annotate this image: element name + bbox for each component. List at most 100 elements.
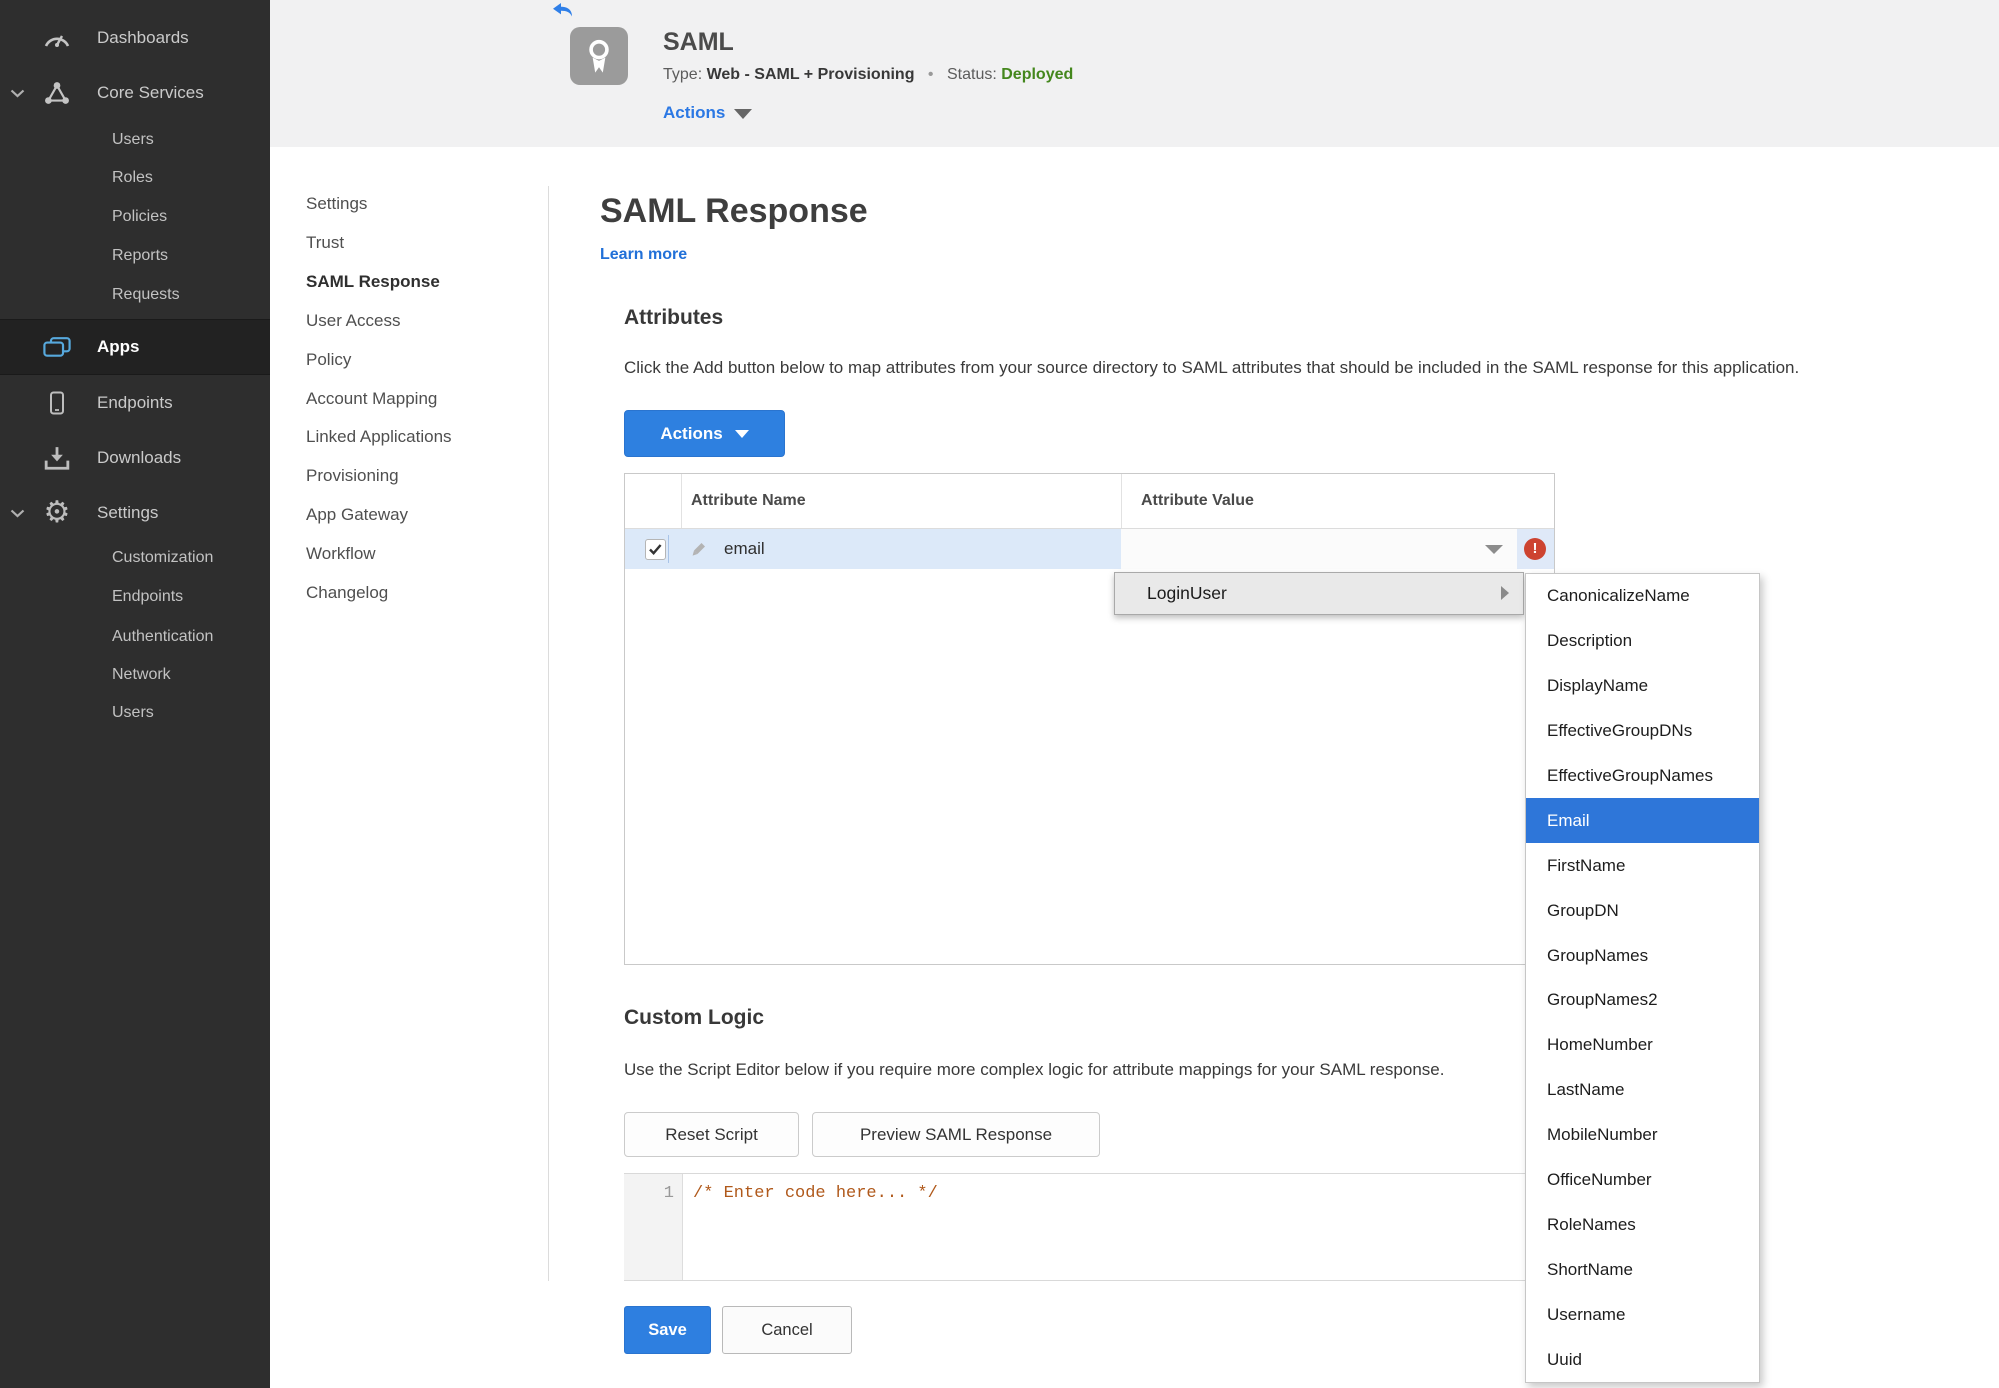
sidebar-item-requests[interactable]: Requests — [0, 281, 270, 309]
submenu-arrow-icon — [1501, 586, 1509, 600]
subnav-item-workflow[interactable]: Workflow — [306, 539, 376, 569]
subnav-item-app-gateway[interactable]: App Gateway — [306, 500, 408, 530]
attribute-submenu: CanonicalizeName Description DisplayName Ef… — [1525, 573, 1760, 1383]
reset-script-button[interactable]: Reset Script — [624, 1112, 799, 1157]
attributes-heading: Attributes — [624, 306, 724, 329]
submenu-item-lastname[interactable]: LastName — [1526, 1068, 1759, 1113]
submenu-item-email[interactable]: Email — [1526, 798, 1759, 844]
cancel-button[interactable]: Cancel — [722, 1306, 852, 1354]
app-logo-ribbon-icon — [570, 27, 628, 85]
sidebar-item-endpoints[interactable]: Endpoints — [0, 583, 270, 611]
sidebar-item-policies[interactable]: Policies — [0, 203, 270, 231]
submenu-item-uuid[interactable]: Uuid — [1526, 1337, 1759, 1382]
custom-logic-description: Use the Script Editor below if you requi… — [624, 1060, 1445, 1079]
gear-icon: ⚙ — [43, 496, 71, 529]
header-actions-menu[interactable]: Actions — [663, 103, 753, 123]
script-editor[interactable]: 1 /* Enter code here... */ — [624, 1173, 1553, 1281]
sidebar-item-label: Core Services — [97, 83, 204, 102]
submenu-item-shortname[interactable]: ShortName — [1526, 1247, 1759, 1292]
sidebar-item-downloads[interactable]: Downloads — [0, 441, 270, 475]
submenu-item-homenumber[interactable]: HomeNumber — [1526, 1023, 1759, 1068]
sidebar-item-network[interactable]: Network — [0, 661, 270, 689]
preview-saml-response-button[interactable]: Preview SAML Response — [812, 1112, 1100, 1157]
menu-item-label: LoginUser — [1147, 583, 1227, 603]
sidebar-item-apps[interactable]: Apps — [0, 319, 270, 375]
download-icon — [40, 442, 74, 474]
sidebar-item-users[interactable]: Users — [0, 699, 270, 727]
subnav-item-trust[interactable]: Trust — [306, 228, 344, 258]
table-row[interactable]: email ! — [625, 529, 1554, 569]
status-badge: Deployed — [1001, 66, 1074, 83]
subnav-item-account-mapping[interactable]: Account Mapping — [306, 384, 437, 414]
row-checkbox[interactable] — [645, 539, 666, 560]
sidebar-item-dashboards[interactable]: Dashboards — [0, 21, 270, 55]
sidebar-item-settings[interactable]: ⚙ Settings — [0, 496, 270, 530]
sidebar-item-customization[interactable]: Customization — [0, 544, 270, 572]
sidebar-item-label: Requests — [112, 286, 180, 303]
sidebar-item-label: Downloads — [97, 448, 182, 467]
back-arrow-icon[interactable] — [553, 3, 573, 18]
chevron-down-icon[interactable] — [10, 88, 26, 98]
row-error-cell: ! — [1517, 529, 1553, 569]
section-title: SAML Response — [600, 192, 868, 230]
subnav-item-user-access[interactable]: User Access — [306, 306, 400, 336]
sidebar-item-label: Customization — [112, 549, 214, 566]
submenu-item-officenumber[interactable]: OfficeNumber — [1526, 1158, 1759, 1203]
submenu-item-displayname[interactable]: DisplayName — [1526, 664, 1759, 709]
chevron-down-icon — [734, 109, 753, 119]
submenu-item-groupnames[interactable]: GroupNames — [1526, 933, 1759, 978]
submenu-item-rolenames[interactable]: RoleNames — [1526, 1202, 1759, 1247]
column-header-attribute-name: Attribute Name — [691, 492, 806, 509]
submenu-item-groupnames2[interactable]: GroupNames2 — [1526, 978, 1759, 1023]
subnav-item-policy[interactable]: Policy — [306, 345, 351, 375]
editor-gutter: 1 — [624, 1174, 683, 1280]
sidebar-item-label: Roles — [112, 169, 153, 186]
subnav-item-linked-applications[interactable]: Linked Applications — [306, 422, 452, 452]
subnav-item-saml-response[interactable]: SAML Response — [306, 267, 440, 297]
value-menu-loginuser[interactable]: LoginUser — [1114, 572, 1524, 615]
save-button[interactable]: Save — [624, 1306, 711, 1354]
submenu-item-groupdn[interactable]: GroupDN — [1526, 888, 1759, 933]
subnav-item-provisioning[interactable]: Provisioning — [306, 461, 399, 491]
header-actions-label: Actions — [663, 103, 726, 122]
sidebar-item-core-services[interactable]: Core Services — [0, 76, 270, 110]
submenu-item-effectivegroupnames[interactable]: EffectiveGroupNames — [1526, 754, 1759, 799]
gauge-icon — [40, 22, 74, 54]
chevron-down-icon — [1485, 545, 1503, 554]
submenu-item-username[interactable]: Username — [1526, 1292, 1759, 1337]
submenu-item-description[interactable]: Description — [1526, 619, 1759, 664]
core-icon — [40, 77, 74, 109]
submenu-item-effectivegroupdns[interactable]: EffectiveGroupDNs — [1526, 709, 1759, 754]
app-header: SAML Type: Web - SAML + Provisioning • S… — [270, 0, 1999, 147]
submenu-item-canonicalizename[interactable]: CanonicalizeName — [1526, 574, 1759, 619]
sidebar-item-label: Policies — [112, 208, 168, 225]
attribute-value-dropdown[interactable] — [1121, 529, 1517, 569]
sidebar-item-label: Network — [112, 666, 171, 683]
sidebar-item-label: Dashboards — [97, 28, 189, 47]
sidebar-item-authentication[interactable]: Authentication — [0, 623, 270, 651]
sidebar-item-reports[interactable]: Reports — [0, 242, 270, 270]
editor-code-line[interactable]: /* Enter code here... */ — [693, 1184, 938, 1203]
primary-sidebar: Dashboards Core Services Users Roles Policie… — [0, 0, 270, 1388]
attribute-name-cell: email — [724, 539, 765, 558]
chevron-down-icon[interactable] — [10, 508, 26, 518]
attributes-actions-button[interactable]: Actions — [624, 410, 785, 457]
submenu-item-mobilenumber[interactable]: MobileNumber — [1526, 1113, 1759, 1158]
subnav-item-changelog[interactable]: Changelog — [306, 578, 388, 608]
sidebar-item-label: Authentication — [112, 628, 214, 645]
learn-more-link[interactable]: Learn more — [600, 246, 687, 264]
edit-pencil-icon[interactable] — [689, 539, 709, 559]
error-icon: ! — [1524, 538, 1546, 560]
type-value: Web - SAML + Provisioning — [706, 66, 915, 83]
nav-content-divider — [548, 186, 549, 1281]
submenu-item-firstname[interactable]: FirstName — [1526, 843, 1759, 888]
type-label: Type: — [663, 66, 703, 83]
sidebar-item-label: Users — [112, 131, 154, 148]
sidebar-item-users[interactable]: Users — [0, 126, 270, 154]
sidebar-item-roles[interactable]: Roles — [0, 164, 270, 192]
sidebar-item-endpoints[interactable]: Endpoints — [0, 386, 270, 420]
table-header: Attribute Name Attribute Value — [625, 474, 1554, 529]
selection-tick — [668, 535, 669, 563]
subnav-item-settings[interactable]: Settings — [306, 189, 367, 219]
attributes-table: Attribute Name Attribute Value email ! — [624, 473, 1555, 965]
